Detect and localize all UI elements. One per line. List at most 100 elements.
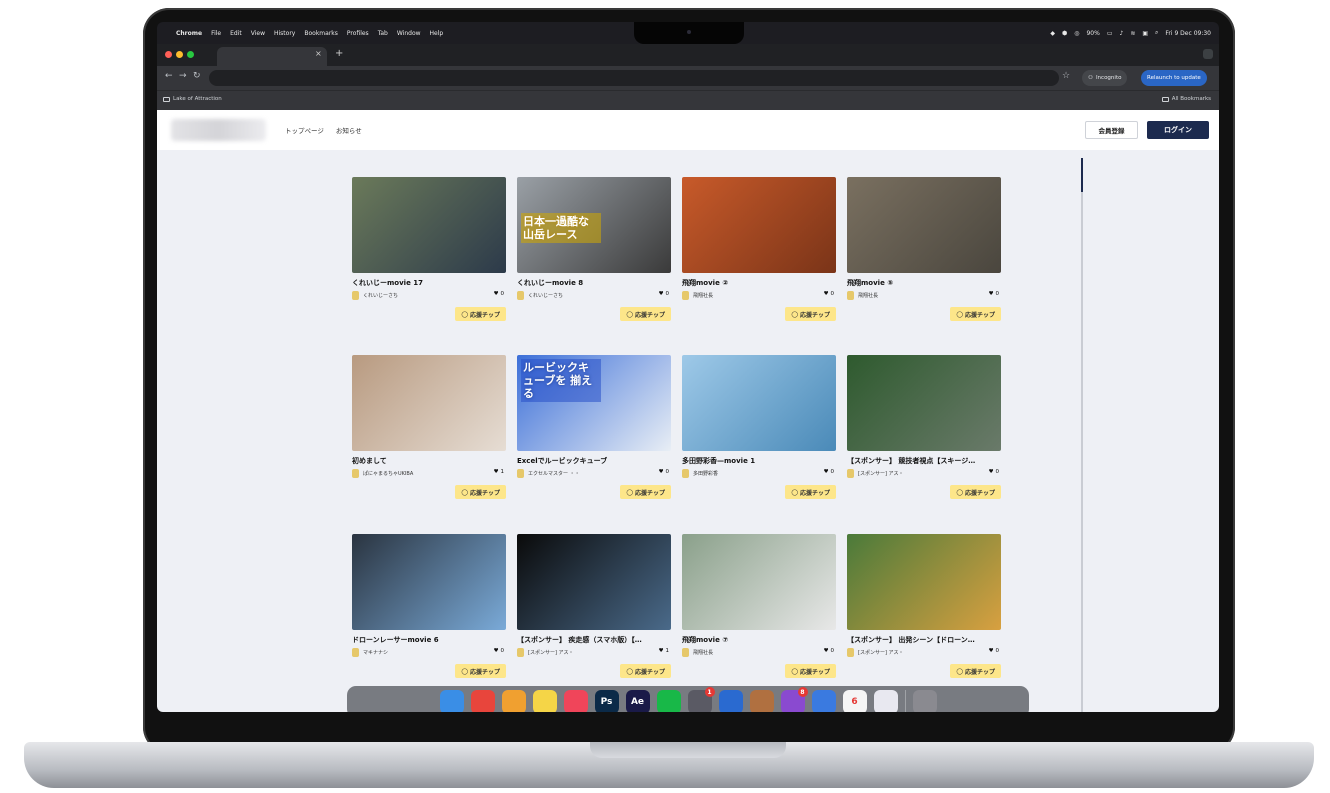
video-thumbnail[interactable] bbox=[352, 355, 506, 451]
video-thumbnail[interactable] bbox=[682, 177, 836, 273]
video-author[interactable]: くれいじーさち bbox=[352, 291, 398, 300]
tab-close-icon[interactable]: × bbox=[315, 49, 322, 58]
video-card[interactable]: 【スポンサー】 出発シーン【ドローン… [スポンサー] アス・ ♥ 0 ◯ 応援チップ bbox=[847, 534, 1001, 704]
tip-button[interactable]: ◯ 応援チップ bbox=[785, 307, 836, 321]
dock-after-effects-icon[interactable]: Ae bbox=[625, 690, 650, 712]
tab-search-icon[interactable] bbox=[1203, 49, 1213, 59]
dock-app-puzzle-icon[interactable]: 8 bbox=[780, 687, 808, 712]
video-thumbnail[interactable] bbox=[847, 177, 1001, 273]
video-author[interactable]: [スポンサー] アス・ bbox=[847, 469, 904, 478]
menu-profiles[interactable]: Profiles bbox=[347, 30, 369, 37]
video-card[interactable]: 飛翔movie ⑦ 飛翔社長 ♥ 0 ◯ 応援チップ bbox=[682, 534, 836, 704]
nav-news[interactable]: お知らせ bbox=[336, 125, 362, 135]
status-shield-icon[interactable]: ⬢ bbox=[1062, 30, 1067, 37]
tip-button[interactable]: ◯ 応援チップ bbox=[950, 485, 1001, 499]
video-thumbnail[interactable] bbox=[847, 355, 1001, 451]
dock-calendar-icon[interactable]: 6 bbox=[842, 690, 867, 712]
forward-icon[interactable]: → bbox=[179, 71, 187, 81]
video-author[interactable]: ぱにゃまるちゃUKIBA bbox=[352, 469, 413, 478]
like-count[interactable]: ♥ 0 bbox=[494, 291, 504, 297]
video-author[interactable]: マキナナシ bbox=[352, 648, 388, 657]
scrollbar-thumb[interactable] bbox=[1081, 158, 1083, 192]
video-title[interactable]: ドローンレーサーmovie 6 bbox=[352, 635, 506, 645]
video-author[interactable]: エクセルマスター ・・ bbox=[517, 469, 580, 478]
close-window-icon[interactable] bbox=[165, 51, 172, 58]
video-author[interactable]: 飛翔社長 bbox=[682, 648, 713, 657]
wifi-icon[interactable]: ≋ bbox=[1130, 30, 1135, 37]
dock-app-window-icon[interactable] bbox=[873, 690, 898, 712]
tip-button[interactable]: ◯ 応援チップ bbox=[455, 664, 506, 678]
video-thumbnail[interactable] bbox=[352, 177, 506, 273]
video-card[interactable]: 多田野彩香—movie 1 多田野彩香 ♥ 0 ◯ 応援チップ bbox=[682, 355, 836, 525]
like-count[interactable]: ♥ 1 bbox=[659, 648, 669, 654]
menu-bookmarks[interactable]: Bookmarks bbox=[304, 30, 338, 37]
menu-view[interactable]: View bbox=[251, 30, 265, 37]
tip-button[interactable]: ◯ 応援チップ bbox=[620, 664, 671, 678]
tip-button[interactable]: ◯ 応援チップ bbox=[455, 485, 506, 499]
register-button[interactable]: 会員登録 bbox=[1085, 121, 1138, 139]
video-thumbnail[interactable] bbox=[517, 534, 671, 630]
menubar-app-name[interactable]: Chrome bbox=[176, 30, 202, 37]
all-bookmarks[interactable]: All Bookmarks bbox=[1161, 96, 1211, 102]
dock-app-monitor-icon[interactable] bbox=[811, 690, 836, 712]
video-title[interactable]: 【スポンサー】 出発シーン【ドローン… bbox=[847, 635, 1001, 645]
dock-chrome-icon[interactable] bbox=[470, 690, 495, 712]
status-extension-icon[interactable]: ◆ bbox=[1050, 30, 1055, 37]
video-card[interactable]: ルービックキューブを 揃える Excelでルービックキューブ エクセルマスター ・・… bbox=[517, 355, 671, 525]
bookmark-folder[interactable]: Lake of Attraction bbox=[163, 96, 222, 102]
video-title[interactable]: 初めまして bbox=[352, 456, 506, 466]
video-title[interactable]: 多田野彩香—movie 1 bbox=[682, 456, 836, 466]
video-title[interactable]: 【スポンサー】 競技者視点【スキージ… bbox=[847, 456, 1001, 466]
menubar-clock[interactable]: Fri 9 Dec 09:30 bbox=[1165, 30, 1211, 37]
relaunch-button[interactable]: Relaunch to update bbox=[1141, 70, 1207, 86]
tip-button[interactable]: ◯ 応援チップ bbox=[950, 664, 1001, 678]
tip-button[interactable]: ◯ 応援チップ bbox=[455, 307, 506, 321]
video-card[interactable]: 初めましてぱにゃまるちゃUKIBA ♥ 1 ◯ 応援チップ bbox=[352, 355, 506, 525]
video-title[interactable]: くれいじーmovie 17 bbox=[352, 278, 506, 288]
video-thumbnail[interactable] bbox=[682, 534, 836, 630]
dock-photoshop-icon[interactable]: Ps bbox=[594, 690, 619, 712]
video-card[interactable]: 飛翔movie ② 飛翔社長 ♥ 0 ◯ 応援チップ bbox=[682, 177, 836, 347]
video-author[interactable]: くれいじーさち bbox=[517, 291, 563, 300]
reload-icon[interactable]: ↻ bbox=[193, 71, 201, 81]
video-card[interactable]: 飛翔movie ⑤ 飛翔社長 ♥ 0 ◯ 応援チップ bbox=[847, 177, 1001, 347]
like-count[interactable]: ♥ 0 bbox=[989, 291, 999, 297]
video-title[interactable]: 飛翔movie ⑦ bbox=[682, 635, 836, 645]
like-count[interactable]: ♥ 0 bbox=[659, 469, 669, 475]
video-title[interactable]: 飛翔movie ② bbox=[682, 278, 836, 288]
back-icon[interactable]: ← bbox=[165, 71, 173, 81]
battery-icon[interactable]: ▭ bbox=[1107, 30, 1113, 37]
video-thumbnail[interactable] bbox=[352, 534, 506, 630]
dock-notes-icon[interactable] bbox=[532, 690, 557, 712]
video-author[interactable]: 多田野彩香 bbox=[682, 469, 718, 478]
scrollbar-track[interactable] bbox=[1081, 158, 1083, 712]
video-thumbnail[interactable]: ルービックキューブを 揃える bbox=[517, 355, 671, 451]
control-center-icon[interactable]: ▣ bbox=[1142, 30, 1148, 37]
menu-edit[interactable]: Edit bbox=[230, 30, 242, 37]
incognito-badge[interactable]: ⚇ Incognito bbox=[1082, 70, 1128, 86]
dock-music-icon[interactable] bbox=[563, 690, 588, 712]
like-count[interactable]: ♥ 0 bbox=[659, 291, 669, 297]
dock-photos-icon[interactable] bbox=[501, 690, 526, 712]
like-count[interactable]: ♥ 0 bbox=[824, 469, 834, 475]
bookmark-star-icon[interactable]: ☆ bbox=[1062, 71, 1070, 81]
battery-percent[interactable]: 90% bbox=[1086, 30, 1099, 37]
like-count[interactable]: ♥ 1 bbox=[494, 469, 504, 475]
video-thumbnail[interactable] bbox=[847, 534, 1001, 630]
menu-tab[interactable]: Tab bbox=[378, 30, 388, 37]
site-logo[interactable] bbox=[171, 119, 266, 141]
like-count[interactable]: ♥ 0 bbox=[494, 648, 504, 654]
video-thumbnail[interactable] bbox=[682, 355, 836, 451]
video-title[interactable]: くれいじーmovie 8 bbox=[517, 278, 671, 288]
tab-active[interactable] bbox=[217, 47, 327, 66]
search-icon[interactable]: ⌕ bbox=[1155, 29, 1158, 37]
zoom-window-icon[interactable] bbox=[187, 51, 194, 58]
video-author[interactable]: [スポンサー] アス・ bbox=[847, 648, 904, 657]
dock-app-gear-icon[interactable]: 1 bbox=[687, 687, 715, 712]
tip-button[interactable]: ◯ 応援チップ bbox=[620, 307, 671, 321]
video-author[interactable]: 飛翔社長 bbox=[847, 291, 878, 300]
like-count[interactable]: ♥ 0 bbox=[989, 648, 999, 654]
dock-trash-icon[interactable] bbox=[912, 690, 937, 712]
new-tab-icon[interactable]: + bbox=[335, 48, 343, 59]
like-count[interactable]: ♥ 0 bbox=[824, 291, 834, 297]
